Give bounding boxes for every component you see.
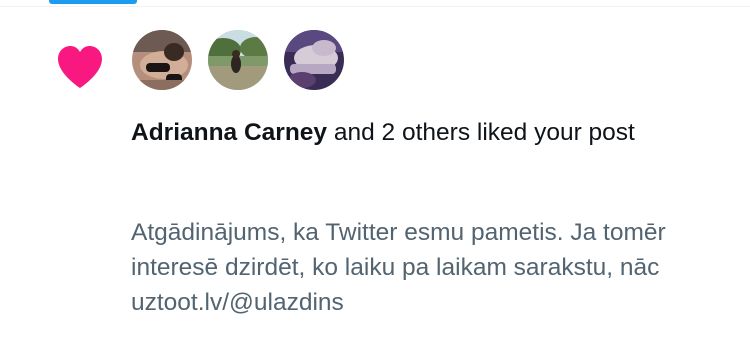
message-suffix: and 2 others liked your post: [327, 119, 635, 146]
heart-icon: [58, 46, 102, 88]
active-tab-indicator: [49, 0, 137, 4]
avatar[interactable]: [284, 30, 344, 90]
like-notification[interactable]: Adrianna Carney and 2 others liked your …: [0, 8, 750, 344]
actor-name[interactable]: Adrianna Carney: [131, 119, 327, 146]
top-divider: [0, 6, 750, 7]
avatar[interactable]: [132, 30, 192, 90]
post-preview-text[interactable]: Atgādinājums, ka Twitter esmu pametis. J…: [131, 215, 721, 320]
notification-message: Adrianna Carney and 2 others liked your …: [131, 116, 691, 150]
avatar[interactable]: [208, 30, 268, 90]
